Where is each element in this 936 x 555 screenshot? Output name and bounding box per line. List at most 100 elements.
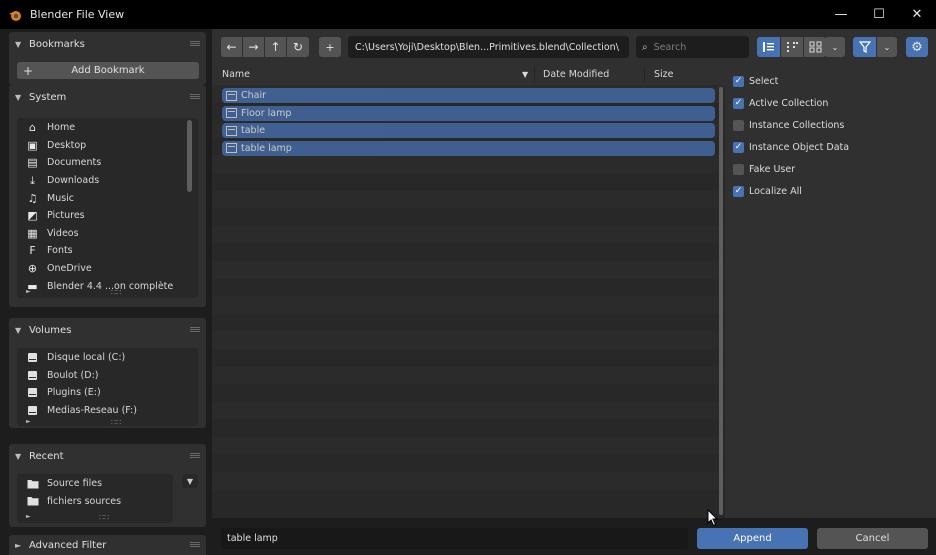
checkbox[interactable] (733, 163, 744, 175)
recent-title: Recent (29, 450, 64, 462)
vertical-list-view-button[interactable] (757, 37, 780, 57)
horizontal-list-view-button[interactable] (781, 37, 803, 57)
checkbox[interactable] (733, 119, 744, 131)
volume-item[interactable]: Disque local (C:) (17, 349, 198, 367)
directory-path-field[interactable]: C:\Users\Yoji\Desktop\Blen...Primitives.… (348, 36, 629, 58)
system-item[interactable]: ⌂ Home (17, 119, 198, 137)
recent-item[interactable]: fichiers sources (17, 493, 173, 511)
recent-header[interactable]: ▼ Recent (9, 444, 206, 468)
table-row[interactable] (212, 419, 725, 437)
system-item[interactable]: ▬ Blender 4.4 ...on complète (17, 277, 198, 295)
refresh-button[interactable]: ↻ (287, 37, 309, 57)
column-separator[interactable] (644, 67, 645, 83)
file-item[interactable]: table lamp (222, 140, 715, 156)
option-checkbox-row[interactable]: ✓ Instance Object Data (733, 141, 849, 153)
option-checkbox-row[interactable]: ✓ Localize All (733, 185, 802, 197)
drag-grip-icon[interactable] (190, 327, 200, 332)
resize-handle-icon[interactable]: ∷∷ (111, 418, 121, 427)
table-row[interactable] (212, 208, 725, 226)
back-button[interactable]: ← (221, 37, 242, 57)
table-row[interactable] (212, 190, 725, 209)
filter-toggle-button[interactable] (853, 37, 876, 57)
close-button[interactable]: ✕ (898, 0, 936, 29)
expand-triangle-icon[interactable]: ► (26, 513, 31, 520)
filename-input[interactable]: table lamp (221, 528, 688, 549)
table-row[interactable] (212, 454, 725, 473)
search-input[interactable]: ⌕ Search (636, 36, 749, 58)
table-row[interactable] (212, 260, 725, 279)
column-name[interactable]: Name (222, 69, 250, 80)
advanced-filter-header[interactable]: ► Advanced Filter (9, 535, 206, 555)
expand-triangle-icon[interactable]: ► (26, 288, 31, 295)
file-list-scrollbar[interactable] (719, 87, 723, 515)
column-size[interactable]: Size (654, 69, 674, 80)
system-item[interactable]: ♫ Music (17, 189, 198, 207)
thumbnail-view-button[interactable] (804, 37, 826, 57)
recent-dropdown-button[interactable]: ▼ (182, 474, 198, 488)
table-row[interactable] (212, 472, 725, 490)
volumes-list: Disque local (C:) Boulot (D:) Plugins (E:)… (17, 348, 198, 427)
parent-directory-button[interactable]: ↑ (265, 37, 286, 57)
drag-grip-icon[interactable] (190, 94, 200, 99)
file-item[interactable]: Chair (222, 88, 715, 103)
table-row[interactable] (212, 225, 725, 244)
table-row[interactable] (212, 348, 725, 367)
column-date-modified[interactable]: Date Modified (543, 69, 609, 80)
bookmarks-header[interactable]: ▼ Bookmarks (9, 32, 206, 56)
table-row[interactable] (212, 401, 725, 420)
system-item[interactable]: F Fonts (17, 242, 198, 260)
display-settings-dropdown[interactable]: ⌄ (825, 37, 845, 57)
expand-triangle-icon[interactable]: ► (26, 418, 31, 425)
resize-handle-icon[interactable]: ∷∷ (99, 513, 109, 522)
table-row[interactable] (212, 366, 725, 385)
table-row[interactable] (212, 296, 725, 314)
system-item[interactable]: ◩ Pictures (17, 207, 198, 225)
volumes-header[interactable]: ▼ Volumes (9, 318, 206, 342)
append-button[interactable]: Append (697, 528, 808, 549)
volume-item[interactable]: Medias-Reseau (F:) (17, 402, 198, 420)
settings-toggle-button[interactable]: ⚙ (906, 37, 928, 57)
table-row[interactable] (212, 436, 725, 455)
checkbox[interactable]: ✓ (733, 185, 744, 197)
minimize-button[interactable]: — (822, 0, 860, 29)
resize-handle-icon[interactable]: ∷∷ (111, 288, 121, 297)
checkbox[interactable]: ✓ (733, 141, 744, 153)
file-item[interactable]: table (222, 123, 715, 139)
table-row[interactable] (212, 384, 725, 402)
table-row[interactable] (212, 331, 725, 349)
system-item[interactable]: ▣ Desktop (17, 137, 198, 155)
new-folder-button[interactable]: + (319, 37, 341, 57)
system-item[interactable]: ⤓ Downloads (17, 172, 198, 190)
system-header[interactable]: ▼ System (9, 85, 206, 109)
option-checkbox-row[interactable]: Instance Collections (733, 119, 844, 131)
recent-item[interactable]: Source files (17, 475, 173, 493)
volume-item[interactable]: Plugins (E:) (17, 384, 198, 402)
system-item[interactable]: ⊕ OneDrive (17, 260, 198, 278)
file-item[interactable]: Floor lamp (222, 105, 715, 121)
table-row[interactable] (212, 489, 725, 508)
system-item-label: Downloads (47, 175, 100, 187)
table-row[interactable] (212, 172, 725, 191)
filter-dropdown[interactable]: ⌄ (877, 37, 897, 57)
cancel-button[interactable]: Cancel (817, 528, 928, 549)
option-checkbox-row[interactable]: Fake User (733, 163, 795, 175)
option-checkbox-row[interactable]: ✓ Active Collection (733, 97, 828, 109)
table-row[interactable] (212, 243, 725, 261)
table-row[interactable] (212, 155, 725, 173)
table-row[interactable] (212, 313, 725, 332)
drag-grip-icon[interactable] (190, 542, 200, 547)
system-scrollbar[interactable] (187, 120, 192, 192)
checkbox[interactable]: ✓ (733, 75, 744, 87)
column-separator[interactable] (534, 67, 535, 83)
table-row[interactable] (212, 278, 725, 297)
drag-grip-icon[interactable] (190, 41, 200, 46)
system-item[interactable]: ▤ Documents (17, 154, 198, 172)
add-bookmark-button[interactable]: + Add Bookmark (17, 62, 199, 79)
forward-button[interactable]: → (243, 37, 264, 57)
checkbox[interactable]: ✓ (733, 97, 744, 109)
option-checkbox-row[interactable]: ✓ Select (733, 75, 778, 87)
volume-item[interactable]: Boulot (D:) (17, 367, 198, 385)
system-item[interactable]: ▦ Videos (17, 225, 198, 243)
maximize-button[interactable]: ☐ (860, 0, 898, 29)
drag-grip-icon[interactable] (190, 453, 200, 458)
